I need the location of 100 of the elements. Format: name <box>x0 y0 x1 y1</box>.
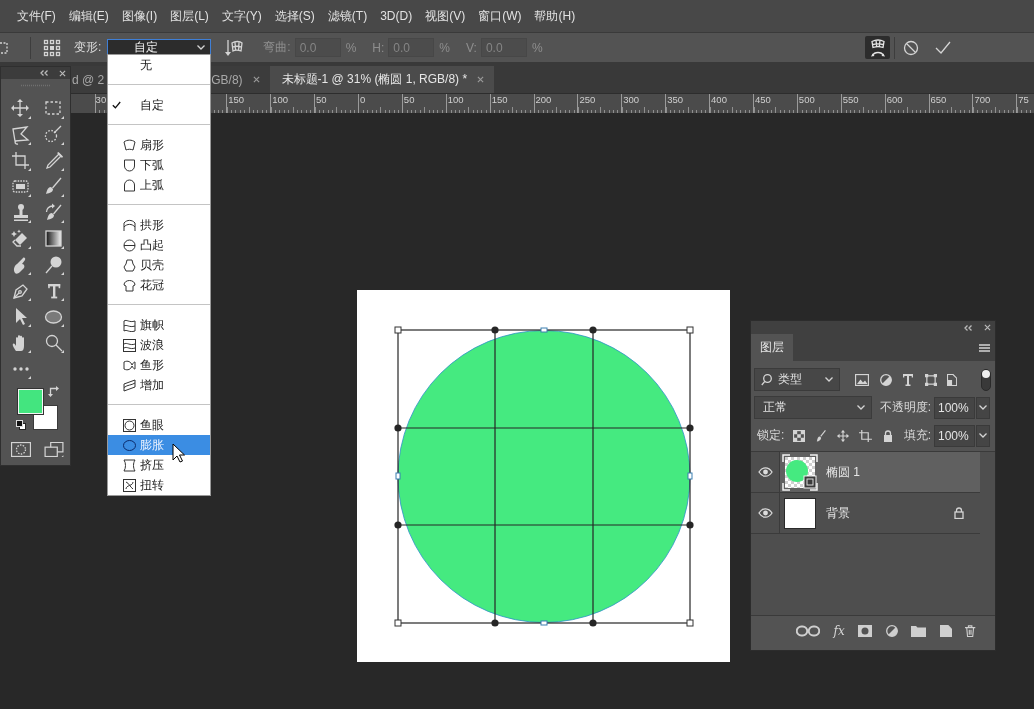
opacity-field[interactable]: 100% <box>934 396 975 419</box>
dropdown-item[interactable]: 扇形 <box>108 135 211 155</box>
close-icon[interactable] <box>477 76 485 83</box>
crop-frame-icon[interactable] <box>859 429 873 442</box>
double-chevron-icon[interactable] <box>40 70 48 76</box>
letter-t-icon[interactable] <box>902 373 914 386</box>
eye-icon[interactable] <box>757 467 773 477</box>
circle-in-square-icon <box>123 418 137 432</box>
layer-row[interactable]: 背景 <box>751 493 980 534</box>
dropdown-item[interactable]: 旗帜 <box>108 315 211 335</box>
document-icon[interactable] <box>947 373 958 386</box>
half-filled-circle-icon[interactable] <box>879 373 892 386</box>
menu-item[interactable]: 3D(D) <box>373 8 419 24</box>
ruler-label: 150 <box>227 94 245 105</box>
dropdown-item[interactable]: 扭转 <box>108 475 211 495</box>
gradient-icon[interactable] <box>43 229 64 249</box>
ruler-label: 700 <box>973 94 991 105</box>
dropdown-item[interactable]: 凸起 <box>108 235 211 255</box>
dropdown-item[interactable]: 上弧 <box>108 175 211 195</box>
dropdown-item[interactable]: 鱼形 <box>108 355 211 375</box>
dropdown-item[interactable]: 贝壳 <box>108 255 211 275</box>
field-label: V: <box>466 40 477 55</box>
ellipse-icon[interactable] <box>43 307 64 327</box>
swap-arrows-icon[interactable] <box>48 386 59 397</box>
picture-icon[interactable] <box>855 373 869 386</box>
double-chevron-icon[interactable] <box>964 324 972 331</box>
menu-item[interactable]: 文件(F) <box>10 8 63 24</box>
document-tab[interactable]: 未标题-1 @ 31% (椭圆 1, RGB/8) * <box>269 66 495 93</box>
menu-item[interactable]: 图像(I) <box>115 8 164 24</box>
cancel-icon[interactable] <box>903 39 919 56</box>
checkmark-icon[interactable] <box>935 40 951 55</box>
dotted-bracket-icon[interactable] <box>0 39 10 56</box>
dropdown-item[interactable]: 鱼眼 <box>108 415 211 435</box>
menu-item[interactable]: 选择(S) <box>268 8 322 24</box>
trash-icon[interactable] <box>965 625 976 637</box>
menu-item[interactable]: 编辑(E) <box>62 8 116 24</box>
menu-item[interactable]: 帮助(H) <box>528 8 582 24</box>
magnifier-icon[interactable] <box>43 333 64 353</box>
layer-style-button[interactable]: fx <box>833 624 845 638</box>
toggle-switch[interactable] <box>981 368 991 391</box>
page-icon[interactable] <box>939 625 952 637</box>
blend-mode-dropdown[interactable]: 正常 <box>754 396 872 419</box>
hand-icon[interactable] <box>10 333 31 353</box>
unit-label: % <box>345 40 357 55</box>
unit-label: % <box>531 40 543 55</box>
lock-icon[interactable] <box>882 429 893 442</box>
lasso-icon[interactable] <box>10 125 31 145</box>
brush-arrow-icon[interactable] <box>43 203 64 223</box>
filter-dropdown[interactable]: 类型 <box>754 368 840 391</box>
brush-icon[interactable] <box>43 177 64 197</box>
opacity-menu-button[interactable] <box>976 396 990 419</box>
tab-title[interactable]: GB/8) <box>211 72 243 87</box>
eye-icon[interactable] <box>757 508 773 518</box>
mini-swatches-icon[interactable] <box>16 420 26 430</box>
field-label: 变形: <box>74 39 102 56</box>
lollipop-icon[interactable] <box>43 255 64 275</box>
arrow-mesh-icon[interactable] <box>225 38 244 57</box>
menu-item[interactable]: 图层(L) <box>163 8 216 24</box>
dropdown-item[interactable]: 自定 <box>108 95 211 115</box>
dot-grid-icon[interactable] <box>43 38 61 57</box>
dropdown-item[interactable]: 挤压 <box>108 455 211 475</box>
warp-mode-button[interactable] <box>865 36 890 59</box>
crop-icon[interactable] <box>10 151 31 171</box>
menu-item[interactable]: 窗口(W) <box>471 8 528 24</box>
panel-tab[interactable]: 图层 <box>751 334 793 361</box>
square-handles-icon[interactable] <box>924 373 937 386</box>
four-arrows-icon[interactable] <box>836 429 849 442</box>
menu-icon[interactable] <box>979 343 990 352</box>
dropdown-item[interactable]: 增加 <box>108 375 211 395</box>
lock-icon[interactable] <box>954 507 964 519</box>
tab-title[interactable]: d @ 2 <box>72 72 105 87</box>
four-arrows-icon[interactable] <box>10 99 31 119</box>
half-filled-circle-icon[interactable] <box>885 625 898 637</box>
layer-row[interactable]: 椭圆 1 <box>751 452 980 493</box>
foreground-swatch-icon[interactable] <box>18 389 43 414</box>
dashed-rectangle-icon[interactable] <box>43 99 64 119</box>
fill-menu-button[interactable] <box>976 424 990 447</box>
close-icon[interactable] <box>59 69 66 77</box>
menu-item[interactable]: 滤镜(T) <box>321 8 374 24</box>
layer-name: 椭圆 1 <box>826 463 860 481</box>
eraser-icon[interactable] <box>10 229 31 249</box>
folder-icon[interactable] <box>911 625 927 637</box>
dropdown-item[interactable]: 无 <box>108 55 211 75</box>
close-icon[interactable] <box>252 76 260 83</box>
close-icon[interactable] <box>984 324 991 331</box>
patch-icon[interactable] <box>10 177 31 197</box>
eyedropper-icon[interactable] <box>43 151 64 171</box>
menu-item[interactable]: 视图(V) <box>418 8 472 24</box>
dotted-circle-brush-icon[interactable] <box>43 125 64 145</box>
double-arch-icon <box>123 218 137 232</box>
dropdown-item[interactable]: 拱形 <box>108 215 211 235</box>
overlapping-rects-icon[interactable] <box>43 442 64 457</box>
checkerboard-icon[interactable] <box>793 429 806 442</box>
link-icon[interactable] <box>796 625 820 637</box>
brush-icon[interactable] <box>815 429 827 442</box>
fill-field[interactable]: 100% <box>934 424 975 447</box>
menu-item[interactable]: 文字(Y) <box>215 8 269 24</box>
dropdown-item[interactable]: 波浪 <box>108 335 211 355</box>
dropdown-item[interactable]: 下弧 <box>108 155 211 175</box>
dropdown-item[interactable]: 花冠 <box>108 275 211 295</box>
